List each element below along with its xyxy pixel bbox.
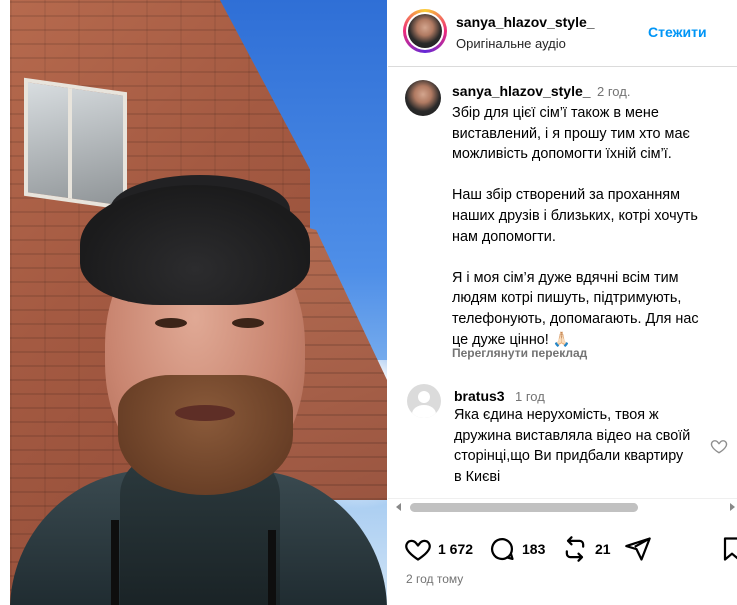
like-button[interactable]: 1 672	[404, 532, 473, 566]
header-username[interactable]: sanya_hlazov_style_	[456, 14, 595, 30]
action-bar: 1 672 183 21	[388, 532, 737, 566]
horizontal-scrollbar[interactable]	[388, 498, 737, 514]
send-icon	[625, 537, 651, 561]
scroll-left-arrow-icon[interactable]	[396, 503, 401, 511]
default-avatar-icon[interactable]	[407, 384, 441, 418]
follow-button[interactable]: Стежити	[648, 24, 707, 40]
comment-count: 183	[522, 541, 546, 557]
person-eye-left	[155, 318, 187, 328]
caption-time: 2 год.	[597, 84, 631, 99]
cap-brim	[80, 185, 310, 305]
person-eye-right	[232, 318, 264, 328]
comment-text: Яка єдина нерухомість, твоя ж дружина ви…	[454, 407, 691, 485]
bag-strap	[268, 530, 276, 605]
comment-icon	[490, 538, 514, 561]
save-button[interactable]	[718, 532, 737, 566]
broken-window	[24, 77, 127, 211]
avatar	[408, 14, 442, 48]
heart-icon	[405, 539, 431, 561]
repost-count: 21	[595, 541, 611, 557]
comment-time: 1 год	[515, 389, 545, 404]
repost-button[interactable]: 21	[561, 532, 611, 566]
bookmark-icon	[723, 537, 737, 561]
like-count: 1 672	[438, 541, 474, 557]
repost-icon	[565, 536, 585, 562]
comment-heart-icon[interactable]	[710, 437, 728, 455]
audio-label[interactable]: Оригінальне аудіо	[456, 36, 566, 51]
comment-username[interactable]: bratus3	[454, 388, 505, 404]
see-translation-link[interactable]: Переглянути переклад	[452, 346, 587, 360]
person-beard	[118, 375, 293, 495]
caption-avatar[interactable]	[405, 80, 441, 116]
bag-strap-left	[111, 520, 119, 605]
scroll-right-arrow-icon[interactable]	[730, 503, 735, 511]
caption-username[interactable]: sanya_hlazov_style_	[452, 83, 591, 99]
post-header: sanya_hlazov_style_ Оригінальне аудіо Ст…	[388, 0, 737, 67]
caption-text: Збір для цієї сім’ї також в мене виставл…	[452, 105, 699, 348]
person-mouth	[175, 405, 235, 421]
post-time-ago[interactable]: 2 год тому	[406, 572, 463, 586]
story-ring[interactable]	[403, 9, 447, 53]
video-player[interactable]	[10, 0, 387, 605]
scrollbar-thumb[interactable]	[410, 503, 638, 512]
comment-button[interactable]: 183	[488, 532, 545, 566]
post-panel: sanya_hlazov_style_ Оригінальне аудіо Ст…	[388, 0, 737, 605]
share-button[interactable]	[624, 532, 652, 566]
